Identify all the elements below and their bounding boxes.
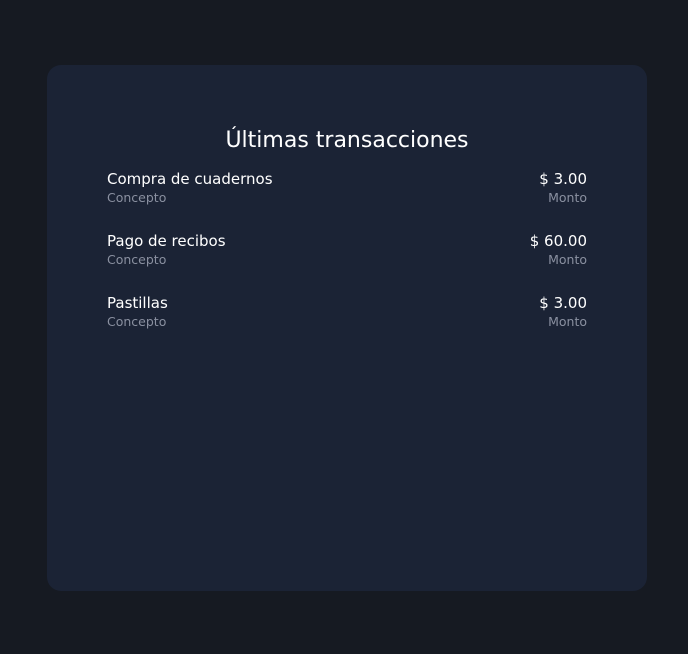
transaction-amount-label: Monto [548, 190, 587, 205]
transaction-amount-label: Monto [548, 252, 587, 267]
transaction-row: Compra de cuadernos Concepto $ 3.00 Mont… [107, 169, 587, 231]
transaction-amount-value: $ 60.00 [529, 232, 587, 250]
transaction-amount-value: $ 3.00 [539, 170, 587, 188]
transaction-amount-label: Monto [548, 314, 587, 329]
transaction-row: Pastillas Concepto $ 3.00 Monto [107, 293, 587, 355]
transaction-row: Pago de recibos Concepto $ 60.00 Monto [107, 231, 587, 293]
transaction-concept: Pastillas Concepto [107, 293, 168, 331]
transaction-concept-label: Concepto [107, 190, 167, 205]
card-title: Últimas transacciones [225, 128, 469, 153]
transactions-list: Compra de cuadernos Concepto $ 3.00 Mont… [107, 169, 587, 355]
transaction-concept: Pago de recibos Concepto [107, 231, 226, 269]
transactions-card: Últimas transacciones Compra de cuaderno… [47, 65, 647, 591]
transaction-amount: $ 3.00 Monto [539, 293, 587, 331]
transaction-concept-label: Concepto [107, 252, 167, 267]
transaction-amount: $ 3.00 Monto [539, 169, 587, 207]
transaction-concept-value: Pastillas [107, 294, 168, 312]
transaction-concept-value: Compra de cuadernos [107, 170, 273, 188]
transaction-concept-value: Pago de recibos [107, 232, 226, 250]
transaction-amount: $ 60.00 Monto [530, 231, 587, 269]
transaction-amount-value: $ 3.00 [539, 294, 587, 312]
transaction-concept-label: Concepto [107, 314, 167, 329]
transaction-concept: Compra de cuadernos Concepto [107, 169, 273, 207]
